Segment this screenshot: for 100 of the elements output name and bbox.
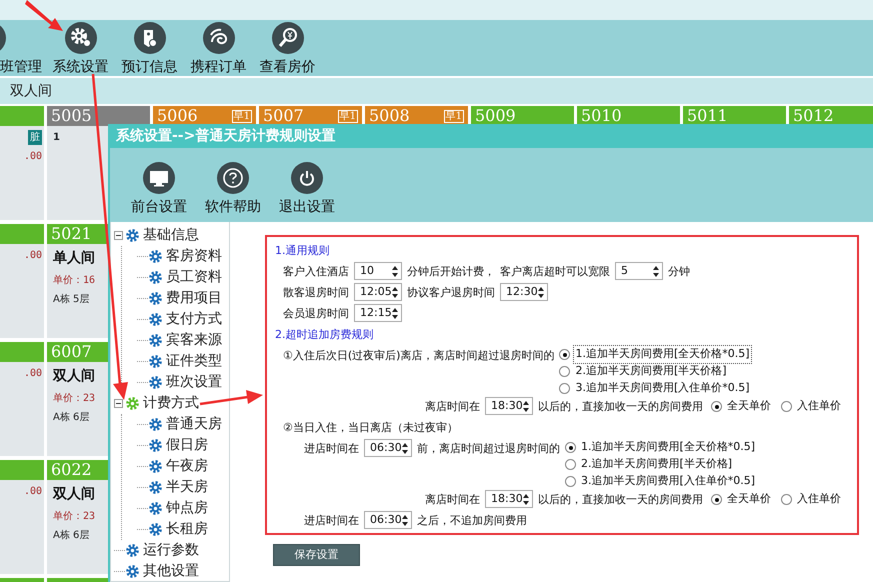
radio-label[interactable]: 2.追加半天房间费用[半天价格]: [573, 362, 729, 381]
spin-arrows-icon[interactable]: [392, 266, 398, 276]
room-tile[interactable]: .00: [0, 342, 44, 456]
radio-label[interactable]: 2.追加半天房间费用[半天价格]: [579, 455, 734, 474]
room-number: 5011: [687, 106, 728, 126]
monitor-icon[interactable]: [143, 162, 175, 194]
tree-item[interactable]: 员工资料: [166, 267, 222, 288]
radio-label[interactable]: 1.追加半天房间费用[全天价格*0.5]: [579, 438, 758, 457]
toolbar-label[interactable]: 预订信息: [122, 58, 178, 76]
tree-item[interactable]: 钟点房: [166, 498, 208, 519]
spin-field[interactable]: 10: [354, 262, 402, 280]
form-label: 分钟: [668, 264, 690, 280]
tag-icon[interactable]: [134, 22, 166, 54]
collapse-icon[interactable]: [114, 231, 123, 240]
form-label: 会员退房时间: [283, 306, 349, 322]
spin-field[interactable]: 06:30: [364, 439, 412, 457]
breakfast-tag: 早1: [338, 110, 358, 122]
form-label: 分钟后开始计费，: [407, 264, 495, 280]
collapse-icon[interactable]: [114, 399, 123, 408]
tree-item[interactable]: 费用项目: [166, 288, 222, 309]
spin-field[interactable]: 06:30: [364, 511, 412, 529]
spin-arrows-icon[interactable]: [653, 266, 659, 276]
dirty-badge: 脏: [28, 130, 42, 145]
annotation-arrow: [200, 390, 263, 406]
form-label: 客户离店超时可以宽限: [500, 264, 610, 280]
room-tile[interactable]: 脏 .00: [0, 106, 44, 220]
room-number: 5006: [157, 106, 198, 126]
spin-field[interactable]: 18:30: [485, 490, 533, 508]
spin-arrows-icon[interactable]: [392, 286, 398, 298]
spin-arrows-icon[interactable]: [538, 286, 544, 298]
radio-label[interactable]: 入住单价: [795, 490, 843, 509]
spin-field[interactable]: 12:30: [500, 283, 548, 301]
tree-item[interactable]: 半天房: [166, 477, 208, 498]
tree-item[interactable]: 午夜房: [166, 456, 208, 477]
toolbar-label[interactable]: 软件帮助: [205, 198, 261, 216]
room-price: .00: [24, 150, 42, 164]
spin-arrows-icon[interactable]: [523, 494, 529, 504]
toolbar-label[interactable]: 退出设置: [279, 198, 335, 216]
form-label: 以后的，直接加收一天的房间费用: [538, 492, 703, 508]
radio-button[interactable]: [711, 401, 722, 412]
radio-button[interactable]: [565, 459, 576, 470]
form-label: 散客退房时间: [283, 285, 349, 301]
form-label: 前，离店时间超过退房时间的: [417, 441, 560, 457]
toolbar-label[interactable]: 查看房价: [260, 58, 316, 76]
section-heading: 1.通用规则: [275, 243, 330, 259]
tree-item[interactable]: 假日房: [166, 435, 208, 456]
room-tile[interactable]: .00: [0, 224, 44, 338]
radio-button[interactable]: [781, 494, 792, 505]
power-icon[interactable]: [291, 162, 323, 194]
spin-arrows-icon[interactable]: [402, 442, 408, 454]
radio-button[interactable]: [559, 349, 570, 360]
swirl-icon[interactable]: [202, 22, 234, 54]
room-price: 单价：23: [53, 392, 96, 406]
tree-item[interactable]: 证件类型: [166, 351, 222, 372]
tree-item[interactable]: 班次设置: [166, 372, 222, 393]
radio-label[interactable]: 3.追加半天房间费用[入住单价*0.5]: [573, 379, 752, 398]
spin-field[interactable]: 12:15: [354, 304, 402, 322]
search-icon[interactable]: [272, 22, 304, 54]
toolbar-label[interactable]: 携程订单: [190, 58, 246, 76]
radio-label[interactable]: 1.追加半天房间费用[全天价格*0.5]: [573, 345, 752, 364]
radio-label[interactable]: 3.追加半天房间费用[入住单价*0.5]: [579, 472, 758, 491]
radio-button[interactable]: [781, 401, 792, 412]
tree-item[interactable]: 长租房: [166, 519, 208, 540]
tree-item[interactable]: 宾客来源: [166, 330, 222, 351]
radio-button[interactable]: [559, 383, 570, 394]
form-label: ②当日入住，当日离店（未过夜审）: [283, 420, 458, 436]
radio-button[interactable]: [565, 442, 576, 453]
dialog-title: 系统设置-->普通天房计费规则设置: [110, 124, 873, 148]
radio-label[interactable]: 全天单价: [725, 397, 773, 416]
radio-button[interactable]: [565, 476, 576, 487]
toolbar-label[interactable]: 班管理: [0, 58, 42, 76]
tree-item[interactable]: 客房资料: [166, 246, 222, 267]
section-heading: 2.超时追加房费规则: [275, 327, 374, 343]
spin-arrows-icon[interactable]: [402, 514, 408, 526]
tree-item[interactable]: 普通天房: [166, 414, 222, 435]
room-location: A栋 6层: [53, 410, 90, 425]
radio-label[interactable]: 全天单价: [725, 490, 773, 509]
room-price: .00: [24, 485, 42, 499]
breakfast-tag: 早1: [232, 110, 252, 122]
room-price: .00: [24, 249, 42, 263]
help-icon[interactable]: [217, 162, 249, 194]
form-label: 离店时间在: [425, 399, 480, 415]
tree-item[interactable]: 支付方式: [166, 309, 222, 330]
radio-label[interactable]: 入住单价: [795, 397, 843, 416]
spin-field[interactable]: 18:30: [485, 397, 533, 415]
save-settings-button[interactable]: 保存设置: [273, 544, 360, 566]
settings-icon[interactable]: [64, 22, 96, 54]
room-tile[interactable]: .00: [0, 460, 44, 574]
toolbar-label[interactable]: 系统设置: [52, 58, 108, 76]
spin-field[interactable]: 5: [615, 262, 663, 280]
room-type: 单人间: [53, 249, 95, 268]
spin-arrows-icon[interactable]: [523, 400, 529, 412]
room-number: 5005: [51, 106, 92, 126]
form-label: 协议客户退房时间: [407, 285, 495, 301]
radio-button[interactable]: [559, 366, 570, 377]
spin-arrows-icon[interactable]: [392, 308, 398, 318]
radio-button[interactable]: [711, 494, 722, 505]
room-type-label: 双人间: [10, 82, 52, 100]
spin-field[interactable]: 12:05: [354, 283, 402, 301]
room-location: A栋 5层: [53, 292, 90, 307]
